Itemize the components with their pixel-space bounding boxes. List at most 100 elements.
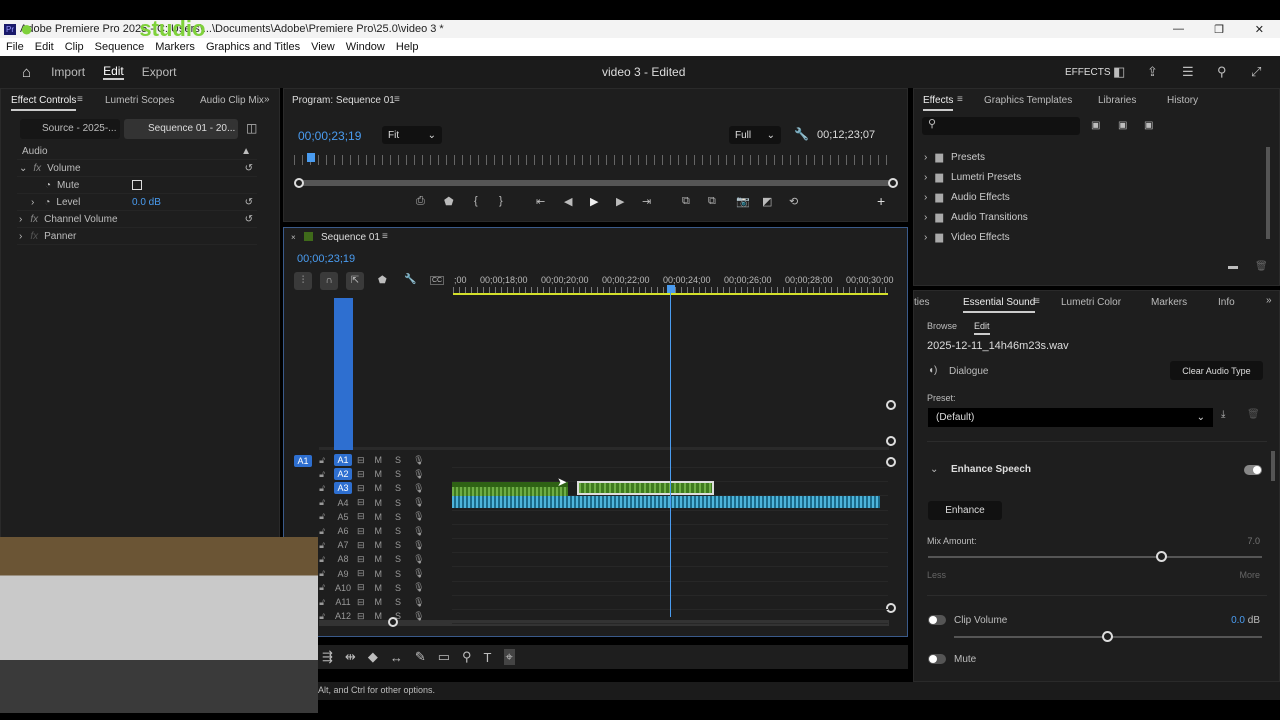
lock-icon[interactable]: 🔓︎ — [318, 554, 326, 565]
mute-track-button[interactable]: M — [375, 611, 383, 621]
menu-icon[interactable]: ≡ — [1034, 296, 1040, 307]
mark-out-icon[interactable]: } — [499, 195, 503, 207]
panel-layout-icon[interactable]: ◫ — [246, 121, 257, 135]
add-marker-icon[interactable]: ⬟ — [378, 275, 387, 286]
nav-import[interactable]: Import — [51, 65, 85, 79]
chevron-right-icon[interactable]: › — [19, 214, 22, 225]
mute-track-button[interactable]: M — [375, 583, 383, 593]
chevron-right-icon[interactable]: › — [924, 192, 927, 203]
more-tabs-icon[interactable]: » — [264, 94, 270, 105]
lock-icon[interactable]: 🔓︎ — [318, 511, 326, 522]
preset-select[interactable]: (Default) ⌄ — [928, 408, 1213, 427]
reset-icon[interactable]: ↺ — [245, 163, 253, 174]
tab-essential-sound[interactable]: Essential Sound — [963, 297, 1036, 313]
marker-icon[interactable]: ⬟ — [444, 195, 454, 208]
workspace-label[interactable]: EFFECTS — [1065, 67, 1111, 78]
effects-folder[interactable]: › ▆ Video Effects — [924, 227, 1264, 247]
tab-audio-clip-mixer[interactable]: Audio Clip Mix — [200, 95, 264, 106]
mix-amount-knob[interactable] — [1155, 551, 1167, 562]
new-folder-icon[interactable]: ▬ — [1228, 261, 1238, 272]
vertical-scroll-handle[interactable] — [886, 400, 896, 410]
track-target[interactable]: A7 — [334, 539, 352, 551]
menu-icon[interactable]: ≡ — [394, 94, 400, 105]
track-target[interactable]: A8 — [334, 553, 352, 565]
audio-clip-a3-2[interactable] — [577, 481, 714, 495]
timeline-timecode[interactable]: 00;00;23;19 — [297, 253, 355, 265]
track-target[interactable]: A12 — [334, 610, 352, 622]
microphone-icon[interactable]: 🎙︎ — [413, 611, 424, 622]
playhead-line[interactable] — [670, 292, 671, 617]
step-back-icon[interactable]: ◀ — [564, 195, 572, 208]
track-target[interactable]: A9 — [334, 568, 352, 580]
stopwatch-icon[interactable]: ◔ — [45, 180, 51, 191]
reset-icon[interactable]: ↺ — [245, 214, 253, 225]
go-to-in-icon[interactable]: ⇤ — [536, 195, 545, 208]
effects-search-input[interactable]: ⚲ — [922, 117, 1080, 135]
solo-track-button[interactable]: S — [395, 554, 401, 564]
sync-lock-icon[interactable]: ⊟ — [357, 483, 365, 494]
vertical-scroll-handle[interactable] — [886, 603, 896, 613]
add-button-icon[interactable]: + — [877, 193, 885, 209]
sync-lock-icon[interactable]: ⊟ — [357, 611, 365, 622]
effects-folder[interactable]: › ▆ Lumetri Presets — [924, 167, 1264, 187]
mute-track-button[interactable]: M — [375, 554, 383, 564]
stopwatch-icon[interactable]: ◔ — [44, 197, 50, 208]
mute-track-button[interactable]: M — [375, 512, 383, 522]
tab-lumetri-scopes[interactable]: Lumetri Scopes — [105, 95, 174, 106]
menu-help[interactable]: Help — [396, 41, 419, 53]
clip-volume-slider[interactable] — [954, 631, 1262, 643]
lock-icon[interactable]: 🔓︎ — [318, 568, 326, 579]
vr-icon[interactable]: ⟲ — [789, 195, 798, 208]
zoom-select[interactable]: Fit ⌄ — [382, 126, 442, 144]
enhance-speech-toggle[interactable] — [1244, 465, 1262, 475]
menu-icon[interactable]: ≡ — [957, 94, 963, 105]
sync-lock-icon[interactable]: ⊟ — [357, 540, 365, 551]
track-target[interactable]: A1 — [334, 454, 352, 466]
tab-properties[interactable]: ties — [914, 297, 930, 308]
mute-track-button[interactable]: M — [375, 483, 383, 493]
solo-track-button[interactable]: S — [395, 483, 401, 493]
timeline-playhead-head[interactable] — [667, 285, 675, 293]
camera-icon[interactable]: 📷 — [736, 195, 750, 208]
solo-track-button[interactable]: S — [395, 526, 401, 536]
subtab-browse[interactable]: Browse — [927, 321, 957, 331]
comparison-view-icon[interactable]: ◩ — [762, 195, 772, 208]
captions-icon[interactable]: CC — [430, 276, 445, 285]
sequence-tab[interactable]: Sequence 01 - 20... — [124, 119, 238, 139]
clip-volume-toggle[interactable] — [928, 615, 946, 625]
quality-select[interactable]: Full ⌄ — [729, 126, 781, 144]
linked-selection-icon[interactable]: ⇱ — [346, 272, 364, 290]
go-to-out-icon[interactable]: ⇥ — [642, 195, 651, 208]
solo-track-button[interactable]: S — [395, 569, 401, 579]
play-icon[interactable]: ▶ — [590, 195, 598, 208]
audio-clip-a3-1[interactable] — [452, 482, 568, 496]
solo-track-button[interactable]: S — [395, 498, 401, 508]
mute-checkbox[interactable] — [132, 180, 142, 190]
delete-preset-icon[interactable]: 🗑 — [1247, 409, 1260, 420]
microphone-icon[interactable]: 🎙︎ — [413, 597, 424, 608]
microphone-icon[interactable]: 🎙︎ — [413, 455, 424, 466]
sync-lock-icon[interactable]: ⊟ — [357, 455, 365, 466]
lock-icon[interactable]: 🔓︎ — [318, 455, 326, 466]
microphone-icon[interactable]: 🎙︎ — [413, 511, 424, 522]
clip-volume-value[interactable]: 0.0 — [1231, 615, 1245, 626]
mini-timeline-ruler[interactable] — [294, 155, 894, 165]
microphone-icon[interactable]: 🎙︎ — [413, 497, 424, 508]
track-target[interactable]: A10 — [334, 582, 352, 594]
clear-audio-type-button[interactable]: Clear Audio Type — [1170, 361, 1263, 380]
lock-icon[interactable]: 🔓︎ — [318, 469, 326, 480]
zoom-scrollbar[interactable] — [296, 180, 894, 186]
tab-history[interactable]: History — [1167, 95, 1198, 106]
track-target[interactable]: A5 — [334, 511, 352, 523]
more-tabs-icon[interactable]: » — [1266, 295, 1272, 306]
extract-icon[interactable]: ⧉ — [708, 195, 716, 208]
panel-toggle-icon[interactable]: ◧ — [1113, 64, 1125, 80]
chevron-right-icon[interactable]: › — [924, 152, 927, 163]
effects-folder[interactable]: › ▆ Audio Transitions — [924, 207, 1264, 227]
lock-icon[interactable]: 🔓︎ — [318, 483, 326, 494]
microphone-icon[interactable]: 🎙︎ — [413, 582, 424, 593]
nav-export[interactable]: Export — [142, 65, 177, 79]
progress-icon[interactable]: ☰ — [1182, 64, 1194, 80]
effects-folder[interactable]: › ▆ Audio Effects — [924, 187, 1264, 207]
solo-track-button[interactable]: S — [395, 611, 401, 621]
